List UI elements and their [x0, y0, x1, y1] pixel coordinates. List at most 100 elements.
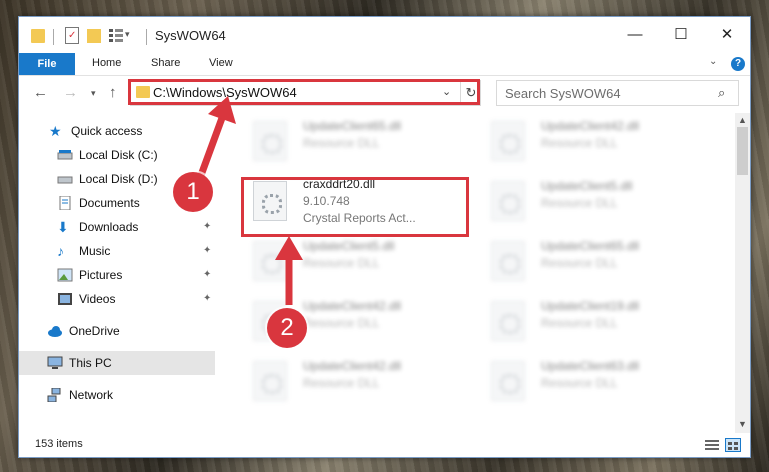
file-name: UpdateClient42.dll	[303, 359, 402, 373]
file-item[interactable]: UpdateClient65.dll Resource DLL	[239, 115, 469, 165]
recent-locations-icon[interactable]: ▾	[91, 88, 96, 99]
scrollbar-thumb[interactable]	[737, 127, 748, 175]
downloads-icon: ⬇	[57, 219, 69, 235]
file-item[interactable]: UpdateClient5.dll Resource DLL	[239, 235, 469, 285]
documents-icon	[57, 195, 73, 211]
minimize-button[interactable]: —	[612, 17, 658, 51]
new-folder-icon[interactable]	[87, 29, 101, 43]
properties-icon[interactable]: ✓	[65, 27, 79, 44]
file-name: UpdateClient5.dll	[541, 179, 633, 193]
dll-file-icon	[491, 361, 525, 401]
forward-arrow-icon[interactable]: →	[63, 84, 78, 101]
dll-file-icon	[491, 241, 525, 281]
maximize-button[interactable]: ☐	[658, 17, 704, 51]
scroll-down-icon[interactable]: ▼	[738, 419, 747, 429]
cloud-icon	[47, 324, 63, 338]
sidebar-item-label: Music	[79, 244, 111, 258]
sidebar-item-label: Documents	[79, 196, 140, 210]
step-2-badge: 2	[267, 308, 307, 348]
dll-file-icon	[253, 361, 287, 401]
file-item[interactable]: UpdateClient63.dll Resource DLL	[477, 355, 707, 405]
dll-file-icon	[253, 241, 287, 281]
close-button[interactable]: ✕	[704, 17, 750, 51]
pin-icon[interactable]: ✦	[203, 221, 211, 232]
file-type: Resource DLL	[541, 136, 618, 150]
network-icon	[47, 387, 63, 403]
sidebar-item-label: Pictures	[79, 268, 123, 282]
expand-ribbon-icon[interactable]: ⌄	[709, 56, 717, 67]
pictures-icon	[57, 268, 73, 282]
file-type: Resource DLL	[541, 256, 618, 270]
large-icons-view-icon[interactable]	[725, 438, 741, 452]
file-type: Resource DLL	[541, 376, 618, 390]
sidebar-item-label: Local Disk (D:)	[79, 172, 158, 186]
file-name: UpdateClient5.dll	[303, 239, 395, 253]
back-arrow-icon[interactable]: ←	[33, 84, 48, 101]
sidebar-item-this-pc[interactable]: This PC	[19, 351, 215, 375]
sidebar-item-label: Videos	[79, 292, 116, 306]
pin-icon[interactable]: ✦	[203, 269, 211, 280]
file-list: UpdateClient65.dll Resource DLL UpdateCl…	[223, 113, 735, 433]
tab-view[interactable]: View	[209, 57, 233, 69]
window-title: SysWOW64	[155, 28, 226, 43]
sidebar-item-onedrive[interactable]: OneDrive	[47, 319, 243, 343]
sidebar-item-label: Downloads	[79, 220, 139, 234]
tab-home[interactable]: Home	[92, 57, 121, 69]
pin-icon[interactable]: ✦	[203, 245, 211, 256]
search-input[interactable]: Search SysWOW64	[505, 86, 621, 101]
file-name: UpdateClient65.dll	[303, 119, 402, 133]
star-icon: ★	[49, 123, 62, 139]
file-type: Resource DLL	[303, 316, 380, 330]
scroll-up-icon[interactable]: ▲	[738, 115, 747, 125]
search-icon[interactable]: ⌕	[718, 85, 725, 101]
file-name: UpdateClient42.dll	[303, 299, 402, 313]
file-type: Resource DLL	[541, 316, 618, 330]
dll-file-icon	[491, 121, 525, 161]
tab-file[interactable]: File	[19, 53, 75, 75]
videos-icon	[57, 292, 73, 306]
file-type: Resource DLL	[303, 256, 380, 270]
sidebar-item-label: Network	[69, 388, 114, 402]
help-icon[interactable]: ?	[731, 57, 745, 71]
file-type: Resource DLL	[303, 376, 380, 390]
navigation-pane: ★ Quick access Local Disk (C:) Local Dis…	[19, 113, 219, 433]
file-item[interactable]: UpdateClient5.dll Resource DLL	[477, 175, 707, 225]
dll-file-icon	[491, 181, 525, 221]
sidebar-item-network[interactable]: Network	[47, 383, 243, 407]
music-icon: ♪	[57, 243, 64, 259]
search-box[interactable]: Search SysWOW64 ⌕	[496, 80, 739, 106]
drive-icon	[57, 172, 73, 186]
file-name: UpdateClient65.dll	[541, 239, 640, 253]
dll-file-icon	[491, 301, 525, 341]
status-bar: 153 items	[19, 433, 750, 457]
dll-file-icon	[253, 121, 287, 161]
up-arrow-icon[interactable]: ↑	[109, 84, 117, 101]
vertical-scrollbar[interactable]: ▲ ▼	[735, 113, 750, 433]
file-item[interactable]: UpdateClient42.dll Resource DLL	[477, 115, 707, 165]
file-item[interactable]: UpdateClient65.dll Resource DLL	[477, 235, 707, 285]
explorer-window: ✓ ▾ SysWOW64 — ☐ ✕ File Home Share View …	[18, 16, 751, 458]
item-count: 153 items	[35, 438, 83, 450]
file-name: UpdateClient63.dll	[541, 359, 640, 373]
details-view-icon[interactable]	[705, 438, 719, 450]
divider	[146, 29, 147, 45]
drive-icon	[57, 148, 73, 162]
file-type: Resource DLL	[303, 136, 380, 150]
divider	[53, 29, 54, 45]
customize-toolbar-icon[interactable]	[109, 28, 123, 42]
sidebar-item-label: Local Disk (C:)	[79, 148, 158, 162]
pin-icon[interactable]: ✦	[203, 293, 211, 304]
file-highlight-box	[241, 177, 469, 237]
sidebar-item-label: This PC	[69, 356, 112, 370]
file-item[interactable]: UpdateClient42.dll Resource DLL	[239, 355, 469, 405]
sidebar-item-label: OneDrive	[69, 324, 120, 338]
computer-icon	[47, 356, 63, 370]
folder-icon	[31, 29, 45, 43]
sidebar-item-quick-access[interactable]: ★ Quick access	[49, 119, 245, 143]
chevron-down-icon[interactable]: ▾	[125, 29, 130, 47]
tab-share[interactable]: Share	[151, 57, 180, 69]
file-type: Resource DLL	[541, 196, 618, 210]
address-highlight-box	[128, 79, 480, 105]
file-item[interactable]: UpdateClient19.dll Resource DLL	[477, 295, 707, 345]
sidebar-item-label: Quick access	[71, 124, 143, 138]
